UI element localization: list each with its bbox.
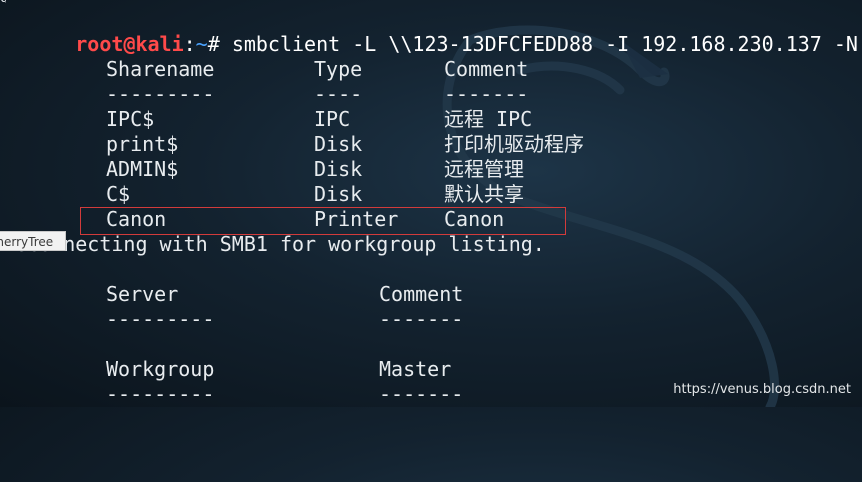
column-header-type: Type (314, 57, 363, 81)
share-type: Disk (314, 132, 363, 156)
column-header-sharename: Sharename (106, 57, 215, 81)
cherrytree-tooltip: CherryTree (0, 231, 66, 251)
share-row: ADMIN$ Disk 远程管理 (0, 157, 524, 182)
share-type: IPC (314, 107, 351, 131)
highlight-annotation-box (80, 207, 566, 235)
dash-separator: --------- (106, 382, 215, 406)
shares-dash-row: --------- ---- ------- (0, 82, 528, 107)
share-row: IPC$ IPC 远程 IPC (0, 107, 532, 132)
share-name: IPC$ (106, 107, 155, 131)
terminal-window[interactable]: g root@kali:~# smbclient -L \\123-13DFCF… (0, 0, 862, 407)
clipped-previous-line: g (0, 0, 6, 3)
share-row-highlighted: Canon Printer Canon (0, 207, 504, 232)
share-type: Disk (314, 182, 363, 206)
column-header-workgroup: Workgroup (106, 357, 215, 381)
column-header-comment: Comment (444, 57, 529, 81)
column-header-master: Master (379, 357, 452, 381)
prompt-symbol: # (207, 32, 220, 56)
share-name: ADMIN$ (106, 157, 179, 181)
share-type: Disk (314, 157, 363, 181)
share-comment: 远程管理 (444, 157, 524, 181)
share-name: print$ (106, 132, 179, 156)
dash-separator: --------- (106, 307, 215, 331)
command-text: smbclient -L \\123-13DFCFEDD88 -I 192.16… (231, 32, 858, 56)
share-name: C$ (106, 182, 131, 206)
column-header-server: Server (106, 282, 179, 306)
workgroup-dash-row: --------- ------- (0, 382, 463, 407)
share-comment: 远程 IPC (444, 107, 533, 131)
dash-separator: --------- (106, 82, 215, 106)
column-header-comment: Comment (379, 282, 464, 306)
command-line[interactable]: root@kali:~# smbclient -L \\123-13DFCFED… (0, 7, 858, 56)
dash-separator: ------- (379, 307, 464, 331)
reconnect-text: Reconnecting with SMB1 for workgroup lis… (3, 232, 545, 256)
blog-watermark: https://venus.blog.csdn.net (673, 382, 851, 397)
dash-separator: ------- (379, 382, 464, 406)
server-dash-row: --------- ------- (0, 307, 463, 332)
prompt-path: ~ (195, 32, 208, 56)
share-row: print$ Disk 打印机驱动程序 (0, 132, 584, 157)
share-comment: 打印机驱动程序 (444, 132, 584, 156)
server-header-row: Server Comment (0, 282, 463, 307)
workgroup-header-row: Workgroup Master (0, 357, 451, 382)
tooltip-text: CherryTree (0, 235, 54, 249)
prompt-separator: : (183, 32, 196, 56)
dash-separator: ---- (314, 82, 363, 106)
dash-separator: ------- (444, 82, 529, 106)
share-row: C$ Disk 默认共享 (0, 182, 524, 207)
prompt-user-host: root@kali (75, 32, 184, 56)
shares-header-row: Sharename Type Comment (0, 57, 528, 82)
share-comment: 默认共享 (444, 182, 524, 206)
